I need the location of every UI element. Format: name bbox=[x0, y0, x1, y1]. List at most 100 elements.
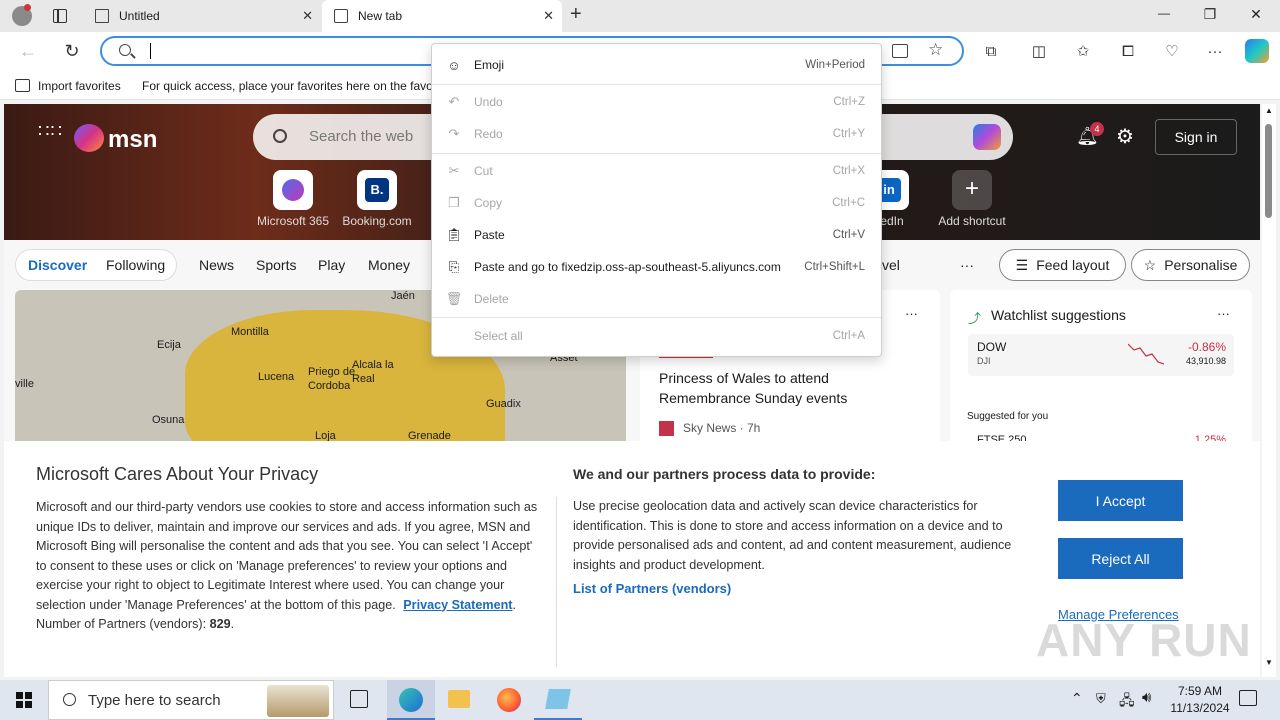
reader-view-icon[interactable] bbox=[892, 44, 908, 58]
restore-button[interactable]: ❐ bbox=[1190, 6, 1230, 23]
apps-grid-icon[interactable]: ∷∷ bbox=[38, 122, 63, 140]
partners-count-prefix: Number of Partners (vendors): bbox=[36, 617, 210, 631]
privacy-banner: Microsoft Cares About Your Privacy Micro… bbox=[4, 441, 1260, 677]
network-icon[interactable]: 🖧︎ bbox=[1119, 690, 1135, 714]
menu-shortcut: Ctrl+X bbox=[832, 165, 865, 177]
menu-item-redo[interactable]: ↷ Redo Ctrl+Y bbox=[432, 122, 881, 146]
copilot-icon[interactable] bbox=[1245, 39, 1269, 63]
minimize-button[interactable]: — bbox=[1144, 6, 1184, 20]
collections-icon[interactable]: ⧠ bbox=[1117, 40, 1139, 62]
show-hidden-icons[interactable]: ⌃ bbox=[1071, 690, 1083, 707]
partners-count: 829 bbox=[209, 617, 231, 631]
stock-row[interactable]: DOW DJI -0.86% 43,910.98 bbox=[968, 334, 1234, 376]
tab-following[interactable]: Following bbox=[106, 249, 165, 281]
shortcut-microsoft-365[interactable]: Microsoft 365 bbox=[253, 170, 333, 228]
more-menu-icon[interactable]: ··· bbox=[1204, 40, 1226, 62]
menu-item-emoji[interactable]: ☺ Emoji Win+Period bbox=[432, 53, 881, 77]
news-title[interactable]: Princess of Wales to attend Remembrance … bbox=[659, 368, 859, 408]
copilot-icon[interactable] bbox=[973, 124, 1001, 150]
menu-separator bbox=[432, 153, 881, 154]
clock-time[interactable]: 7:59 AM bbox=[1172, 684, 1228, 698]
start-button[interactable] bbox=[0, 680, 48, 720]
msn-logo-icon[interactable] bbox=[74, 124, 104, 152]
tab-new-tab[interactable]: New tab ✕ bbox=[322, 0, 562, 32]
back-icon[interactable]: ← bbox=[17, 40, 39, 62]
booking-icon: B. bbox=[357, 170, 397, 210]
tab-play[interactable]: Play bbox=[318, 249, 345, 281]
menu-separator bbox=[432, 84, 881, 85]
refresh-icon[interactable]: ↻ bbox=[61, 40, 83, 62]
task-view-icon[interactable] bbox=[350, 690, 368, 708]
sign-in-button[interactable]: Sign in bbox=[1155, 119, 1237, 155]
edge-taskbar-icon[interactable] bbox=[387, 680, 435, 720]
import-favorites-link[interactable]: Import favorites bbox=[38, 79, 121, 93]
browser-essentials-icon[interactable]: ♡ bbox=[1161, 40, 1183, 62]
profile-icon[interactable] bbox=[12, 4, 32, 26]
text-cursor bbox=[150, 43, 151, 59]
add-shortcut[interactable]: + Add shortcut bbox=[932, 170, 1012, 228]
volume-icon[interactable]: 🔊︎ bbox=[1142, 689, 1151, 706]
menu-separator bbox=[432, 317, 881, 318]
stock-value: 43,910.98 bbox=[1185, 356, 1226, 366]
new-tab-button[interactable]: + bbox=[570, 3, 582, 26]
page-scrollbar[interactable]: ▲ ▼ bbox=[1262, 104, 1276, 677]
taskbar-search-box[interactable]: Type here to search bbox=[48, 680, 334, 720]
split-screen-icon[interactable]: ◫ bbox=[1028, 40, 1050, 62]
privacy-body-text: Microsoft and our third-party vendors us… bbox=[36, 500, 538, 612]
tab-money[interactable]: Money bbox=[368, 249, 410, 281]
address-input[interactable] bbox=[148, 41, 428, 61]
tab-actions-icon[interactable] bbox=[53, 9, 67, 23]
scroll-down-icon[interactable]: ▼ bbox=[1265, 658, 1273, 667]
tab-sports[interactable]: Sports bbox=[256, 249, 296, 281]
msn-logo-text[interactable]: msn bbox=[108, 126, 157, 154]
news-more-icon[interactable]: ··· bbox=[905, 306, 918, 321]
tab-untitled[interactable]: Untitled ✕ bbox=[83, 0, 321, 32]
favorite-star-icon[interactable]: ☆ bbox=[928, 40, 943, 60]
watchlist-title: Watchlist suggestions bbox=[991, 307, 1126, 323]
search-icon bbox=[63, 693, 76, 706]
shortcut-label: Booking.com bbox=[342, 214, 412, 228]
menu-item-select-all[interactable]: Select all Ctrl+A bbox=[432, 324, 881, 348]
firefox-icon[interactable] bbox=[497, 688, 521, 712]
privacy-divider bbox=[556, 497, 557, 667]
news-source: Sky News · 7h bbox=[683, 421, 761, 435]
feed-layout-label: Feed layout bbox=[1036, 257, 1110, 273]
feed-layout-button[interactable]: ☰ Feed layout bbox=[999, 249, 1126, 281]
extensions-icon[interactable]: ⧉ bbox=[980, 40, 1002, 62]
tab-discover[interactable]: Discover bbox=[28, 249, 87, 281]
personalise-button[interactable]: ☆ Personalise bbox=[1131, 249, 1250, 281]
watchlist-more-icon[interactable]: ··· bbox=[1217, 306, 1230, 321]
list-of-partners-link[interactable]: List of Partners (vendors) bbox=[573, 581, 731, 596]
tab-news[interactable]: News bbox=[199, 249, 234, 281]
close-window-button[interactable]: ✕ bbox=[1236, 6, 1276, 23]
favorites-icon[interactable]: ✩ bbox=[1072, 40, 1094, 62]
close-tab-icon[interactable]: ✕ bbox=[543, 8, 554, 24]
menu-item-cut[interactable]: ✂ Cut Ctrl+X bbox=[432, 159, 881, 183]
cut-icon: ✂ bbox=[448, 163, 460, 178]
defender-icon[interactable]: ⛨ bbox=[1096, 691, 1106, 707]
settings-gear-icon[interactable]: ⚙ bbox=[1116, 124, 1134, 149]
notepad-taskbar-icon[interactable] bbox=[534, 680, 582, 720]
scroll-thumb[interactable] bbox=[1265, 124, 1272, 218]
menu-item-paste-and-go[interactable]: ⎘ Paste and go to fixedzip.oss-ap-southe… bbox=[432, 255, 881, 279]
scroll-up-icon[interactable]: ▲ bbox=[1265, 106, 1273, 115]
notifications-icon[interactable] bbox=[1239, 690, 1257, 706]
clock-date[interactable]: 11/13/2024 bbox=[1165, 701, 1235, 715]
menu-item-undo[interactable]: ↶ Undo Ctrl+Z bbox=[432, 90, 881, 114]
file-explorer-icon[interactable] bbox=[448, 690, 470, 708]
menu-shortcut: Ctrl+A bbox=[832, 330, 865, 342]
accept-button[interactable]: I Accept bbox=[1058, 480, 1183, 521]
undo-icon: ↶ bbox=[448, 94, 460, 109]
shortcut-booking[interactable]: B. Booking.com bbox=[337, 170, 417, 228]
reject-all-button[interactable]: Reject All bbox=[1058, 538, 1183, 579]
paste-icon: 📋︎ bbox=[445, 227, 463, 242]
menu-item-delete[interactable]: 🗑︎ Delete bbox=[432, 287, 881, 311]
menu-item-paste[interactable]: 📋︎ Paste Ctrl+V bbox=[432, 223, 881, 247]
map-label: Montilla bbox=[231, 326, 269, 338]
stock-symbol: DOW bbox=[977, 340, 1007, 354]
menu-item-copy[interactable]: ❐ Copy Ctrl+C bbox=[432, 191, 881, 215]
tab-travel[interactable]: vel bbox=[882, 249, 900, 281]
close-tab-icon[interactable]: ✕ bbox=[302, 8, 313, 24]
privacy-statement-link[interactable]: Privacy Statement bbox=[403, 598, 512, 612]
nav-more-icon[interactable]: ··· bbox=[960, 249, 974, 281]
